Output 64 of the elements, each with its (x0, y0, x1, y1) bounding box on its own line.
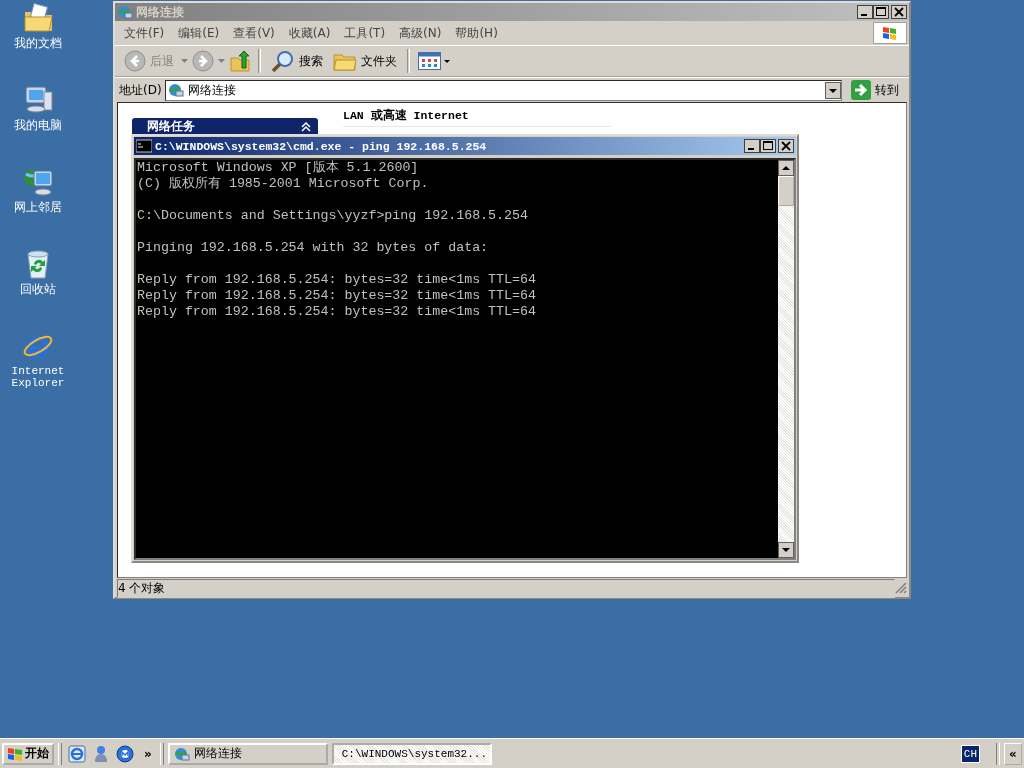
address-field[interactable]: 网络连接 (164, 79, 842, 101)
language-indicator[interactable]: CH (960, 744, 980, 763)
round-app-icon[interactable] (116, 744, 134, 763)
icon-label[interactable]: 我的文档 (3, 37, 73, 49)
address-label: 地址(D) (119, 81, 162, 99)
go-arrow-icon (851, 80, 871, 100)
icon-label[interactable]: 网上邻居 (3, 201, 73, 213)
menu-item[interactable]: 查看(V) (226, 24, 282, 42)
network-globe-icon (117, 5, 133, 19)
dropdown-caret-icon[interactable] (181, 59, 188, 63)
folder-icon[interactable] (22, 2, 54, 34)
windows-flag-icon (7, 745, 23, 762)
window-title: C:\WINDOWS\system32\cmd.exe - ping 192.168.5.254 (155, 139, 488, 153)
maximize-button[interactable] (873, 5, 889, 19)
close-button[interactable] (891, 5, 907, 19)
taskbar-button[interactable]: C:\WINDOWS\system32... (331, 742, 492, 765)
close-button[interactable] (778, 139, 794, 153)
user-figure-icon[interactable] (94, 744, 108, 763)
dropdown-caret-icon[interactable] (218, 59, 225, 63)
icon-label[interactable]: 我的电脑 (3, 119, 73, 131)
folder-icon (333, 51, 357, 71)
forward-button[interactable] (192, 50, 214, 72)
console-line: Reply from 192.168.5.254: bytes=32 time<1ms TTL=64 (137, 288, 537, 304)
folders-button[interactable]: 文件夹 (330, 48, 400, 74)
scroll-down-button[interactable] (778, 542, 794, 558)
collapse-chevron-icon[interactable] (301, 121, 311, 132)
up-folder-button[interactable] (229, 50, 251, 72)
console-line: Pinging 192.168.5.254 with 32 bytes of data: (137, 240, 490, 256)
icon-label[interactable]: Internet Explorer (3, 365, 73, 389)
maximize-button[interactable] (760, 139, 776, 153)
network-globe-icon (173, 746, 190, 761)
menu-item[interactable]: 编辑(E) (171, 24, 227, 42)
menu-item[interactable]: 收藏(A) (281, 24, 338, 42)
menu-item[interactable]: 文件(F) (117, 24, 172, 42)
menu-item[interactable]: 帮助(H) (448, 24, 505, 42)
window-title: 网络连接 (136, 3, 185, 21)
search-button[interactable]: 搜索 (268, 48, 326, 74)
icon-label[interactable]: 回收站 (3, 283, 73, 295)
menu-item[interactable]: 工具(T) (337, 24, 393, 42)
section-header: LAN 或高速 Internet (343, 108, 611, 127)
menu-item[interactable]: 高级(N) (392, 24, 449, 42)
more-chevron[interactable]: » (144, 746, 152, 761)
views-button[interactable] (417, 50, 451, 72)
start-button[interactable]: 开始 (2, 742, 54, 765)
scroll-up-button[interactable] (778, 160, 794, 176)
taskbar-button[interactable]: 网络连接 (167, 742, 328, 765)
scroll-thumb[interactable] (778, 176, 794, 206)
minimize-button[interactable] (857, 5, 873, 19)
status-text: 4 个对象 (117, 578, 895, 598)
network-globe-icon (167, 83, 184, 97)
console-line: Microsoft Windows XP [版本 5.1.2600] (137, 160, 420, 176)
console-line: Reply from 192.168.5.254: bytes=32 time<1ms TTL=64 (137, 304, 537, 320)
dropdown-button[interactable] (825, 81, 841, 99)
magnifier-icon (271, 50, 295, 72)
computer-icon[interactable] (22, 84, 54, 116)
scroll-bar[interactable] (778, 160, 794, 558)
console-line: (C) 版权所有 1985-2001 Microsoft Corp. (137, 176, 430, 192)
go-button[interactable]: 转到 (845, 80, 905, 100)
console-line: Reply from 192.168.5.254: bytes=32 time<1ms TTL=64 (137, 272, 537, 288)
resize-grip-icon[interactable] (895, 582, 907, 594)
console-line: C:\Documents and Settings\yyzf>ping 192.168.5.254 (137, 208, 529, 224)
minimize-button[interactable] (744, 139, 760, 153)
console-icon (136, 139, 152, 153)
tray-toggle-button[interactable]: « (1004, 742, 1022, 765)
